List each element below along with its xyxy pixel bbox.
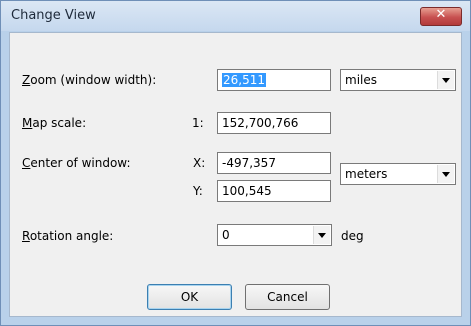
rotation-angle-value: 0 (222, 228, 230, 242)
zoom-input[interactable]: 26,511 (217, 69, 331, 91)
title-bar[interactable]: Change View ✕ (1, 1, 470, 31)
zoom-unit-dropdown-button[interactable] (437, 71, 454, 89)
change-view-dialog: Change View ✕ Zoom (window width): 26,51… (0, 0, 471, 326)
chevron-down-icon (318, 233, 326, 238)
center-x-label: X: (193, 156, 206, 170)
close-icon: ✕ (435, 7, 447, 22)
chevron-down-icon (442, 172, 450, 177)
center-x-input[interactable]: -497,357 (217, 152, 331, 174)
rotation-unit-label: deg (341, 229, 364, 243)
chevron-down-icon (442, 78, 450, 83)
map-scale-label: Map scale: (22, 116, 87, 130)
center-y-label: Y: (193, 184, 203, 198)
zoom-unit-select[interactable]: miles (340, 69, 456, 91)
zoom-label: Zoom (window width): (22, 73, 157, 87)
dialog-body: Zoom (window width): 26,511 miles Map sc… (9, 32, 462, 317)
center-unit-value: meters (345, 167, 388, 181)
map-scale-input[interactable]: 152,700,766 (217, 112, 331, 134)
map-scale-prefix: 1: (192, 116, 204, 130)
close-button[interactable]: ✕ (420, 7, 462, 26)
dialog-title: Change View (11, 8, 96, 23)
rotation-angle-select[interactable]: 0 (217, 224, 332, 246)
rotation-dropdown-button[interactable] (313, 226, 330, 244)
cancel-button[interactable]: Cancel (245, 284, 330, 310)
ok-button[interactable]: OK (147, 284, 232, 310)
center-unit-dropdown-button[interactable] (437, 165, 454, 183)
zoom-unit-value: miles (345, 73, 377, 87)
center-y-input[interactable]: 100,545 (217, 180, 331, 202)
rotation-angle-label: Rotation angle: (22, 229, 114, 243)
center-unit-select[interactable]: meters (340, 163, 456, 185)
center-of-window-label: Center of window: (22, 156, 131, 170)
zoom-value: 26,511 (222, 73, 266, 87)
